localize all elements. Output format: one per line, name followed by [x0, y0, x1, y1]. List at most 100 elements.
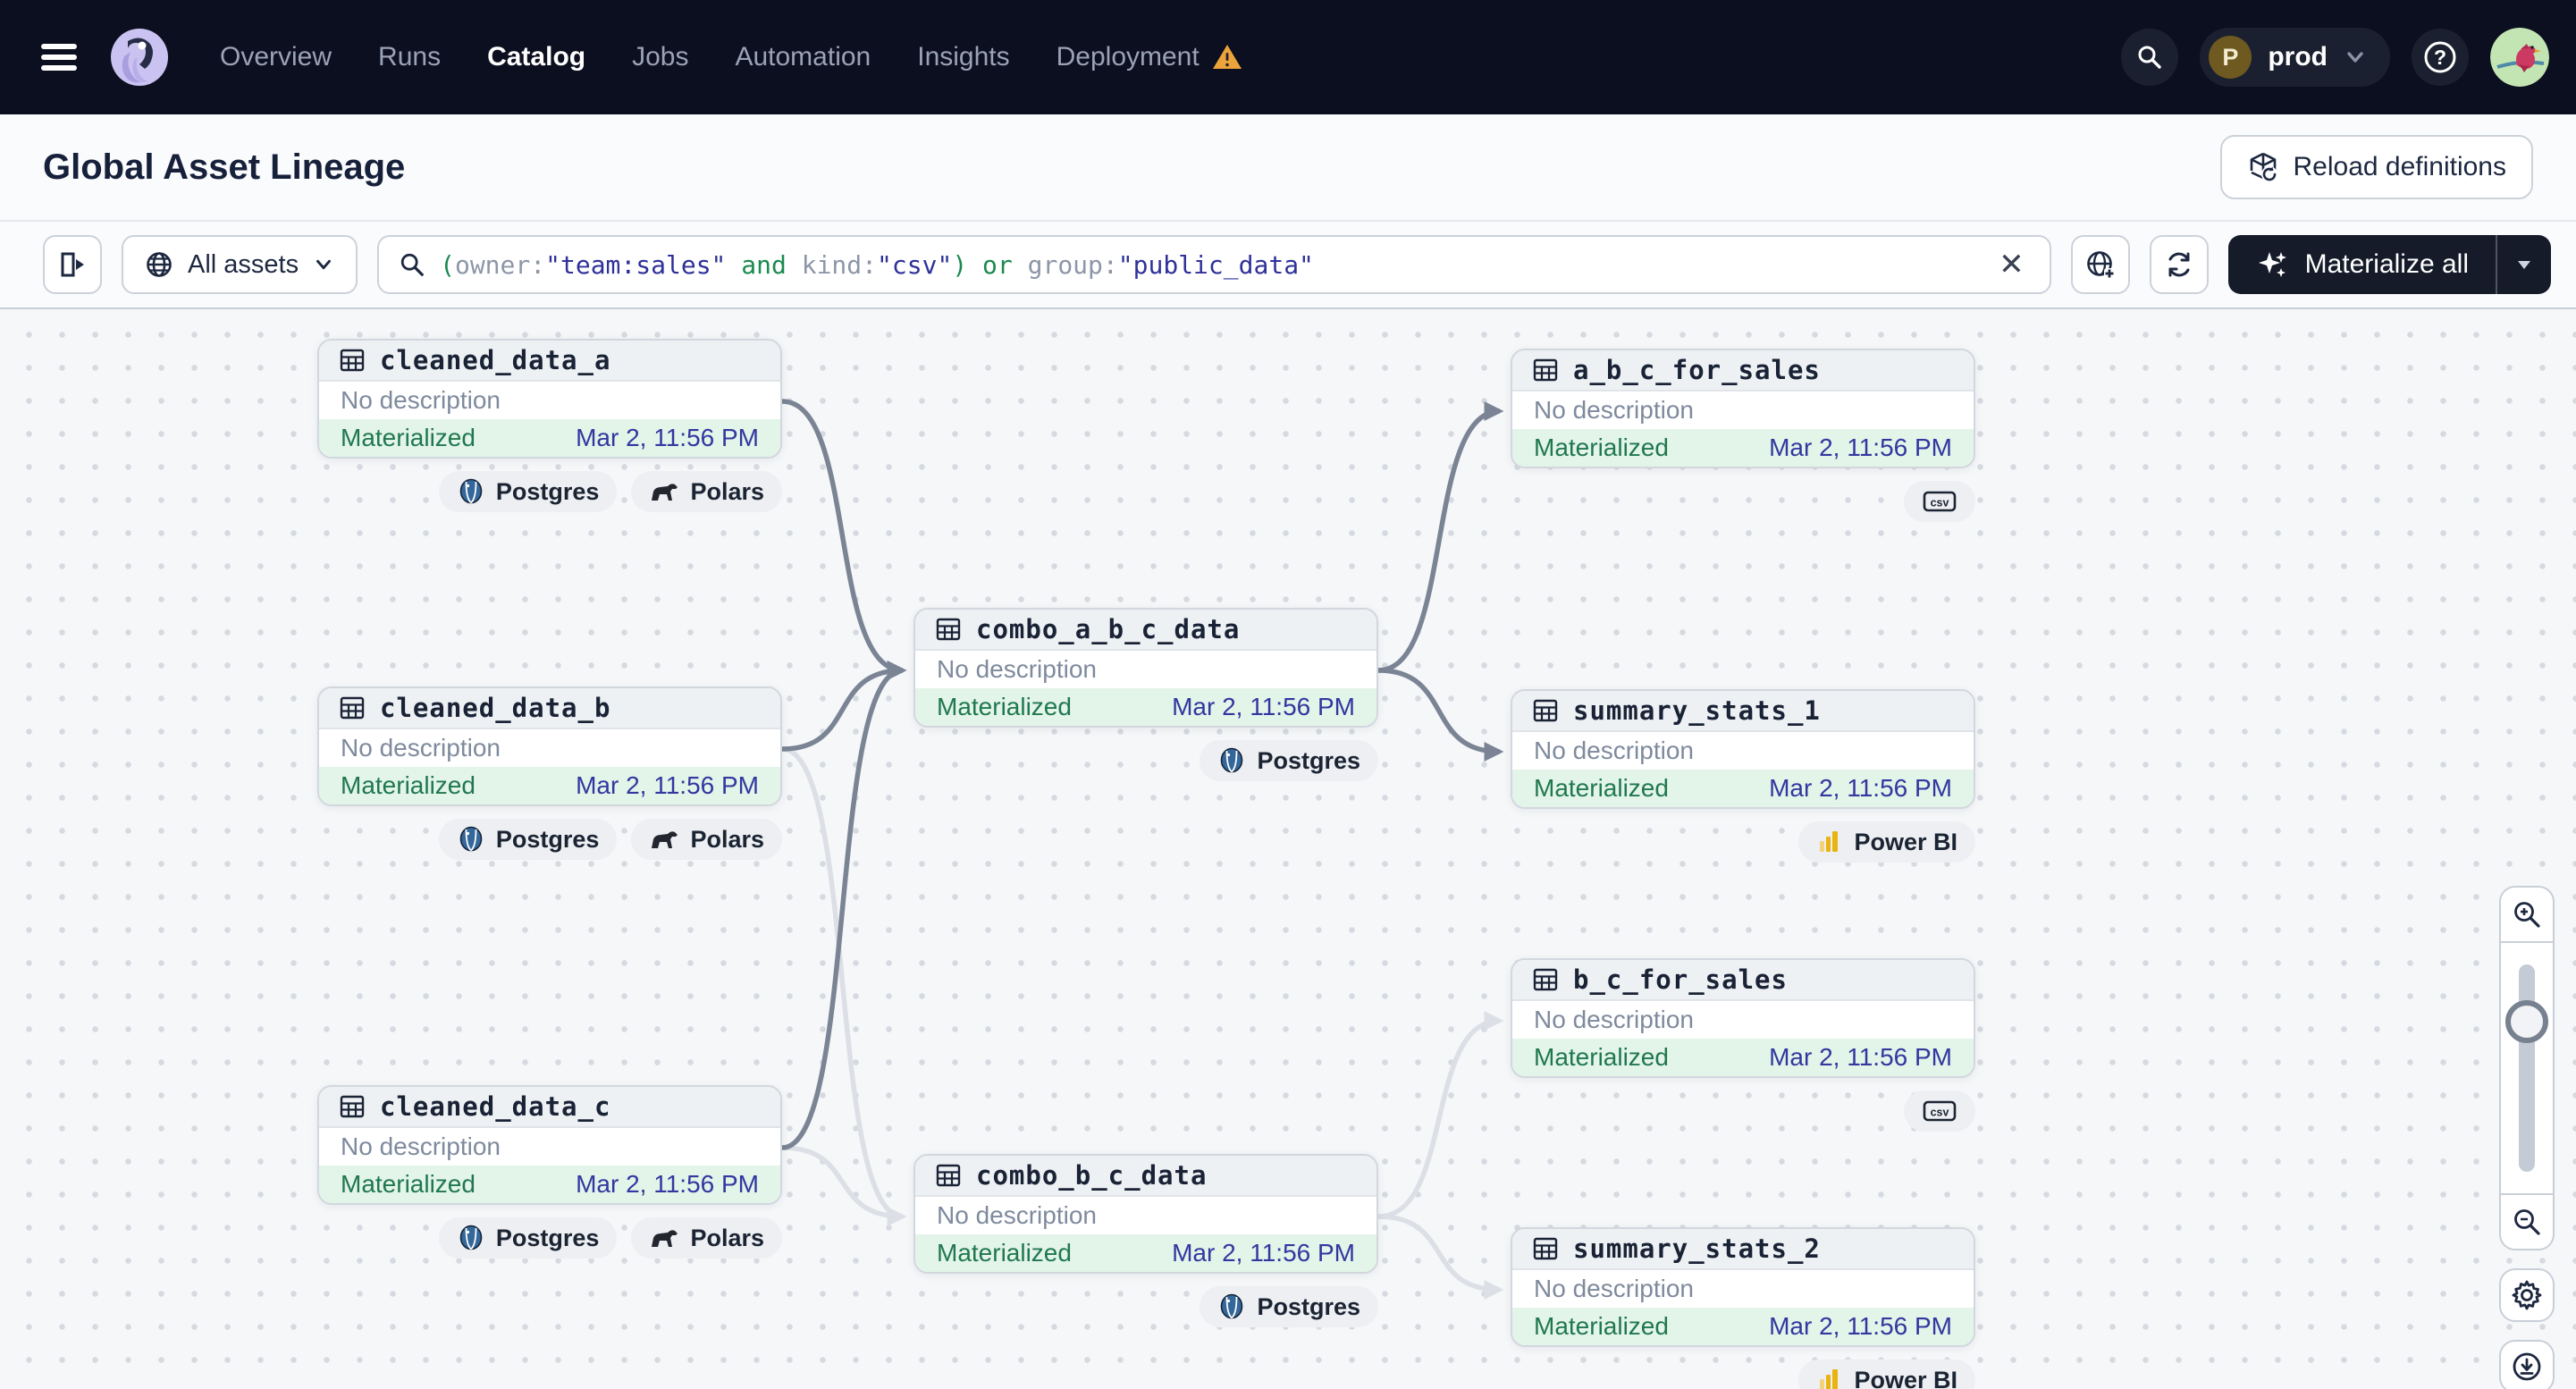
kind-tag-postgres[interactable]: Postgres [438, 819, 618, 860]
download-button[interactable] [2499, 1340, 2555, 1389]
kind-tag-powerbi[interactable]: Power BI [1798, 821, 1975, 863]
csv-icon: csv [1923, 1100, 1957, 1122]
environment-switcher[interactable]: P prod [2200, 28, 2390, 87]
query-segment: owner: [454, 249, 546, 280]
expand-panel-button[interactable] [43, 235, 102, 294]
lineage-edge-combo_a_b_c_data-to-summary_stats_1 [1377, 668, 1504, 762]
asset-node-header: cleaned_data_a [319, 341, 780, 382]
graph-settings-button[interactable] [2499, 1268, 2555, 1322]
asset-kind-tags: csv [1511, 481, 1975, 522]
kind-tag-csv[interactable]: csv [1904, 481, 1975, 522]
asset-status: Materialized [937, 1239, 1072, 1267]
postgres-icon [1221, 1293, 1243, 1319]
kind-tag-csv[interactable]: csv [1904, 1090, 1975, 1132]
nav-item-catalog[interactable]: Catalog [487, 42, 585, 72]
asset-timestamp[interactable]: Mar 2, 11:56 PM [576, 771, 759, 800]
search-button[interactable] [2121, 29, 2179, 86]
powerbi-icon [1820, 1369, 1839, 1389]
menu-icon[interactable] [41, 44, 77, 71]
asset-name: combo_a_b_c_data [976, 614, 1241, 644]
help-button[interactable]: ? [2412, 29, 2469, 86]
asset-scope-dropdown[interactable]: All assets [122, 235, 358, 294]
dagster-logo[interactable] [104, 21, 175, 93]
asset-timestamp[interactable]: Mar 2, 11:56 PM [1769, 434, 1952, 462]
asset-node-summary_stats_2[interactable]: summary_stats_2 No description Materialize… [1511, 1227, 1975, 1347]
asset-status-row: Materialized Mar 2, 11:56 PM [319, 767, 780, 804]
table-icon [936, 1164, 961, 1187]
new-tab-button[interactable] [2070, 235, 2130, 294]
asset-node-cleaned_data_b[interactable]: cleaned_data_b No description Materialized… [317, 686, 782, 806]
kind-tag-postgres[interactable]: Postgres [1200, 1286, 1378, 1327]
asset-timestamp[interactable]: Mar 2, 11:56 PM [1172, 1239, 1355, 1267]
kind-tag-powerbi[interactable]: Power BI [1798, 1360, 1975, 1389]
postgres-icon [459, 478, 483, 504]
user-avatar[interactable] [2490, 28, 2549, 87]
asset-node-summary_stats_1[interactable]: summary_stats_1 No description Materialize… [1511, 689, 1975, 809]
asset-node-cleaned_data_c[interactable]: cleaned_data_c No description Materialized… [317, 1085, 782, 1205]
asset-kind-tags: Postgres [913, 740, 1378, 781]
nav-item-deployment[interactable]: Deployment [1056, 42, 1242, 72]
asset-name: summary_stats_1 [1573, 695, 1821, 726]
query-segment: ) [952, 249, 968, 280]
zoom-slider[interactable] [2501, 943, 2553, 1193]
kind-tag-label: Postgres [1257, 746, 1360, 774]
kind-tag-polars[interactable]: Polars [631, 1217, 782, 1259]
sparkle-icon [2258, 252, 2286, 277]
top-nav: Overview Runs Catalog Jobs Automation Insight… [0, 0, 2576, 114]
zoom-in-button[interactable] [2501, 888, 2553, 943]
asset-name: combo_b_c_data [976, 1160, 1208, 1191]
reload-definitions-label: Reload definitions [2293, 152, 2507, 181]
asset-status: Materialized [341, 771, 476, 799]
kind-tag-postgres[interactable]: Postgres [438, 1217, 618, 1259]
asset-node-a_b_c_for_sales[interactable]: a_b_c_for_sales No description Materialize… [1511, 349, 1975, 468]
asset-timestamp[interactable]: Mar 2, 11:56 PM [1769, 1312, 1952, 1341]
table-icon [340, 696, 365, 720]
asset-timestamp[interactable]: Mar 2, 11:56 PM [1172, 693, 1355, 721]
kind-tag-polars[interactable]: Polars [631, 471, 782, 512]
asset-node-combo_b_c_data[interactable]: combo_b_c_data No description Materialized… [913, 1154, 1378, 1274]
table-icon [1533, 699, 1558, 722]
asset-timestamp[interactable]: Mar 2, 11:56 PM [576, 424, 759, 452]
nav-item-jobs[interactable]: Jobs [632, 42, 688, 72]
nav-item-runs[interactable]: Runs [378, 42, 441, 72]
zoom-bar [2499, 886, 2555, 1250]
zoom-slider-thumb[interactable] [2505, 1000, 2548, 1043]
asset-node-cleaned_data_a[interactable]: cleaned_data_a No description Materialized… [317, 339, 782, 459]
lineage-toolbar: All assets (owner:"team:sales" and kind:… [0, 222, 2576, 309]
asset-timestamp[interactable]: Mar 2, 11:56 PM [1769, 1043, 1952, 1072]
asset-status: Materialized [1534, 434, 1669, 461]
asset-status: Materialized [1534, 1312, 1669, 1340]
lineage-edge-cleaned_data_b-to-combo_b_c_data [781, 746, 907, 1226]
asset-node-combo_a_b_c_data[interactable]: combo_a_b_c_data No description Materializ… [913, 608, 1378, 728]
asset-kind-tags: Postgres Polars [317, 471, 782, 512]
asset-lineage-canvas[interactable]: cleaned_data_a No description Materialized… [0, 309, 2576, 1389]
query-segment: "public_data" [1117, 249, 1314, 280]
lineage-edge-combo_a_b_c_data-to-a_b_c_for_sales [1377, 401, 1504, 673]
clear-filter-button[interactable]: ✕ [1993, 249, 2030, 280]
filter-query-text: (owner:"team:sales" and kind:"csv") or g… [440, 250, 1979, 280]
nav-item-overview[interactable]: Overview [220, 42, 332, 72]
kind-tag-polars[interactable]: Polars [631, 819, 782, 860]
powerbi-icon [1820, 831, 1839, 852]
asset-filter-input[interactable]: (owner:"team:sales" and kind:"csv") or g… [377, 235, 2051, 294]
asset-status-row: Materialized Mar 2, 11:56 PM [319, 419, 780, 457]
kind-tag-postgres[interactable]: Postgres [438, 471, 618, 512]
kind-tag-postgres[interactable]: Postgres [1200, 740, 1378, 781]
nav-item-insights[interactable]: Insights [917, 42, 1009, 72]
reload-definitions-button[interactable]: Reload definitions [2219, 135, 2533, 199]
materialize-options-button[interactable] [2496, 235, 2551, 294]
materialize-all-label: Materialize all [2304, 249, 2469, 279]
refresh-button[interactable] [2149, 235, 2209, 294]
asset-timestamp[interactable]: Mar 2, 11:56 PM [1769, 774, 1952, 803]
asset-timestamp[interactable]: Mar 2, 11:56 PM [576, 1170, 759, 1199]
asset-node-b_c_for_sales[interactable]: b_c_for_sales No description Materialized M… [1511, 958, 1975, 1078]
materialize-all-button[interactable]: Materialize all [2227, 235, 2551, 294]
asset-description: No description [937, 655, 1097, 683]
environment-initial: P [2209, 36, 2252, 79]
zoom-slider-track[interactable] [2519, 964, 2535, 1172]
table-icon [936, 618, 961, 641]
page-header: Global Asset Lineage Reload definitions [0, 114, 2576, 222]
zoom-out-button[interactable] [2501, 1193, 2553, 1249]
nav-item-automation[interactable]: Automation [735, 42, 871, 72]
globe-add-icon [2086, 251, 2115, 279]
